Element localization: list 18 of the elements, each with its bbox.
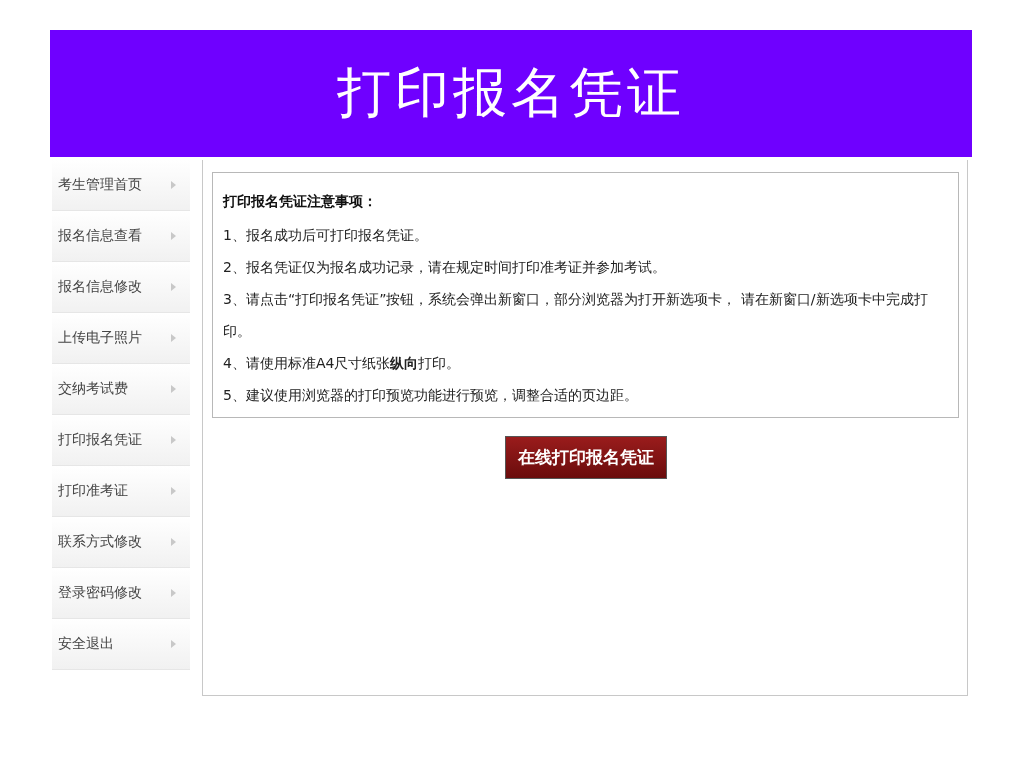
- print-button[interactable]: 在线打印报名凭证: [504, 436, 667, 479]
- notice-heading: 打印报名凭证注意事项：: [223, 193, 378, 211]
- arrow-icon: [171, 181, 176, 189]
- arrow-icon: [171, 334, 176, 342]
- arrow-icon: [171, 436, 176, 444]
- arrow-icon: [171, 232, 176, 240]
- notice-text: 5、建议使用浏览器的打印预览功能进行预览，调整合适的页边距。: [223, 386, 639, 405]
- page-title: 打印报名凭证: [337, 60, 685, 126]
- notice-text: 1、报名成功后可打印报名凭证。: [223, 226, 429, 245]
- arrow-icon: [171, 640, 176, 648]
- notice-text: 2、报名凭证仅为报名成功记录，请在规定时间打印准考证并参加考试。: [223, 258, 667, 277]
- arrow-icon: [171, 487, 176, 495]
- arrow-icon: [171, 283, 176, 291]
- arrow-icon: [171, 538, 176, 546]
- notice-text: 4、请使用标准A4尺寸纸张纵向打印。: [223, 354, 462, 373]
- arrow-icon: [171, 385, 176, 393]
- notice-text: 3、请点击“打印报名凭证”按钮，系统会弹出新窗口，部分浏览器为打开新选项卡， 请在新窗口/新选项卡中完成打印。: [223, 290, 929, 341]
- arrow-icon: [171, 589, 176, 597]
